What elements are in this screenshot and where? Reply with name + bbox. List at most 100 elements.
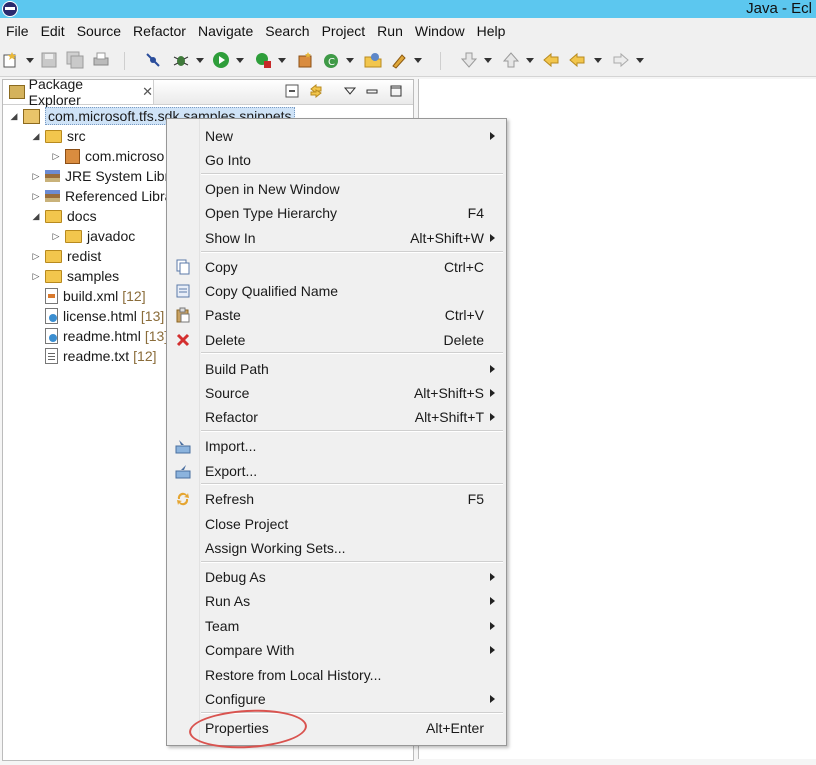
minimize-icon[interactable]	[365, 84, 379, 98]
title-bar: Java - Ecl	[0, 0, 816, 18]
next-annotation-icon[interactable]	[460, 51, 478, 69]
link-with-editor-icon[interactable]	[309, 84, 323, 98]
tree-item[interactable]: ▷ samples	[31, 266, 120, 286]
tree-item[interactable]: ◢ docs	[31, 206, 97, 226]
project-icon	[23, 108, 40, 124]
next-annotation-dropdown-icon[interactable]	[484, 58, 492, 63]
collapsed-arrow-icon[interactable]: ▷	[31, 271, 41, 282]
menu-item-assign-working-sets[interactable]: Assign Working Sets...	[167, 536, 506, 560]
menu-item-refactor[interactable]: Refactor Alt+Shift+T	[167, 405, 506, 429]
menu-window[interactable]: Window	[409, 23, 471, 39]
menu-item-import[interactable]: Import...	[167, 434, 506, 458]
new-wizard-icon[interactable]	[2, 51, 20, 69]
view-menu-icon[interactable]	[343, 84, 357, 98]
tree-item[interactable]: readme.html [13]	[31, 326, 168, 346]
new-class-dropdown-icon[interactable]	[346, 58, 354, 63]
menu-item-label: Paste	[205, 307, 241, 323]
expanded-arrow-icon[interactable]: ◢	[31, 131, 41, 142]
run-dropdown-icon[interactable]	[236, 58, 244, 63]
back-icon[interactable]	[568, 51, 586, 69]
menu-item-label: Export...	[205, 463, 258, 479]
tree-item[interactable]: ▷ javadoc	[51, 226, 136, 246]
collapsed-arrow-icon[interactable]: ▷	[31, 191, 41, 202]
maximize-icon[interactable]	[389, 84, 403, 98]
menu-item-copy-qualified-name[interactable]: Copy Qualified Name	[167, 279, 506, 303]
close-icon[interactable]: ✕	[142, 84, 153, 100]
menu-item-open-type-hierarchy[interactable]: Open Type Hierarchy F4	[167, 201, 506, 225]
run-external-tools-icon[interactable]	[254, 51, 272, 69]
menu-item-paste[interactable]: Paste Ctrl+V	[167, 303, 506, 327]
new-java-class-icon[interactable]: C	[322, 51, 340, 69]
previous-annotation-dropdown-icon[interactable]	[526, 58, 534, 63]
menu-file[interactable]: File	[0, 23, 35, 39]
submenu-arrow-icon	[490, 365, 495, 373]
tree-item[interactable]: ▷ redist	[31, 246, 102, 266]
collapsed-arrow-icon[interactable]: ▷	[31, 251, 41, 262]
tree-item[interactable]: build.xml [12]	[31, 286, 146, 306]
collapse-all-icon[interactable]	[285, 84, 299, 98]
run-icon[interactable]	[212, 51, 230, 69]
menu-item-go-into[interactable]: Go Into	[167, 148, 506, 172]
back-dropdown-icon[interactable]	[594, 58, 602, 63]
menu-item-compare-with[interactable]: Compare With	[167, 638, 506, 662]
expanded-arrow-icon[interactable]: ◢	[31, 211, 41, 222]
save-all-icon[interactable]	[66, 51, 84, 69]
menu-item-show-in[interactable]: Show In Alt+Shift+W	[167, 226, 506, 250]
tab-package-explorer[interactable]: Package Explorer ✕	[3, 76, 154, 108]
forward-dropdown-icon[interactable]	[636, 58, 644, 63]
folder-icon	[45, 209, 62, 223]
collapsed-arrow-icon[interactable]: ▷	[31, 171, 41, 182]
tree-item[interactable]: readme.txt [12]	[31, 346, 157, 366]
open-type-icon[interactable]	[364, 51, 382, 69]
collapsed-arrow-icon[interactable]: ▷	[51, 231, 61, 242]
previous-annotation-icon[interactable]	[502, 51, 520, 69]
menu-item-refresh[interactable]: Refresh F5	[167, 487, 506, 511]
menu-item-restore-from-local-history[interactable]: Restore from Local History...	[167, 663, 506, 687]
menu-item-label: Configure	[205, 691, 266, 707]
save-icon[interactable]	[40, 51, 58, 69]
menu-item-copy[interactable]: Copy Ctrl+C	[167, 255, 506, 279]
menu-item-build-path[interactable]: Build Path	[167, 357, 506, 381]
menu-project[interactable]: Project	[316, 23, 372, 39]
menu-source[interactable]: Source	[71, 23, 127, 39]
menu-search[interactable]: Search	[259, 23, 315, 39]
last-edit-location-icon[interactable]	[542, 51, 560, 69]
new-java-package-icon[interactable]	[296, 51, 314, 69]
menu-item-shortcut: F4	[467, 205, 484, 221]
menu-run[interactable]: Run	[371, 23, 409, 39]
tree-item[interactable]: ◢ src	[31, 126, 86, 146]
search-dropdown-icon[interactable]	[414, 58, 422, 63]
collapsed-arrow-icon[interactable]: ▷	[51, 151, 61, 162]
debug-icon[interactable]	[172, 51, 190, 69]
menu-item-label: Restore from Local History...	[205, 667, 382, 683]
export-icon	[175, 465, 191, 479]
search-icon[interactable]	[390, 51, 408, 69]
debug-dropdown-icon[interactable]	[196, 58, 204, 63]
menu-item-configure[interactable]: Configure	[167, 687, 506, 711]
tree-item[interactable]: ▷ Referenced Libra	[31, 186, 173, 206]
new-dropdown-icon[interactable]	[26, 58, 34, 63]
forward-icon[interactable]	[612, 51, 630, 69]
skip-breakpoints-icon[interactable]	[144, 51, 162, 69]
menu-item-close-project[interactable]: Close Project	[167, 512, 506, 536]
external-tools-dropdown-icon[interactable]	[278, 58, 286, 63]
eclipse-logo-icon	[2, 1, 18, 17]
expanded-arrow-icon[interactable]: ◢	[9, 111, 19, 122]
menu-item-team[interactable]: Team	[167, 614, 506, 638]
menu-refactor[interactable]: Refactor	[127, 23, 192, 39]
menu-item-delete[interactable]: Delete Delete	[167, 328, 506, 352]
menu-item-source[interactable]: Source Alt+Shift+S	[167, 381, 506, 405]
menu-item-run-as[interactable]: Run As	[167, 589, 506, 613]
menu-item-debug-as[interactable]: Debug As	[167, 565, 506, 589]
menu-item-new[interactable]: New	[167, 124, 506, 148]
tree-item[interactable]: ▷ JRE System Librar	[31, 166, 182, 186]
menu-edit[interactable]: Edit	[35, 23, 71, 39]
menu-navigate[interactable]: Navigate	[192, 23, 259, 39]
print-icon[interactable]	[92, 51, 110, 69]
tree-item[interactable]: license.html [13]	[31, 306, 164, 326]
tree-item[interactable]: ▷ com.microso	[51, 146, 165, 166]
revision-decoration: [13]	[140, 308, 165, 324]
menu-help[interactable]: Help	[471, 23, 512, 39]
menu-item-export[interactable]: Export...	[167, 459, 506, 483]
menu-item-open-in-new-window[interactable]: Open in New Window	[167, 177, 506, 201]
